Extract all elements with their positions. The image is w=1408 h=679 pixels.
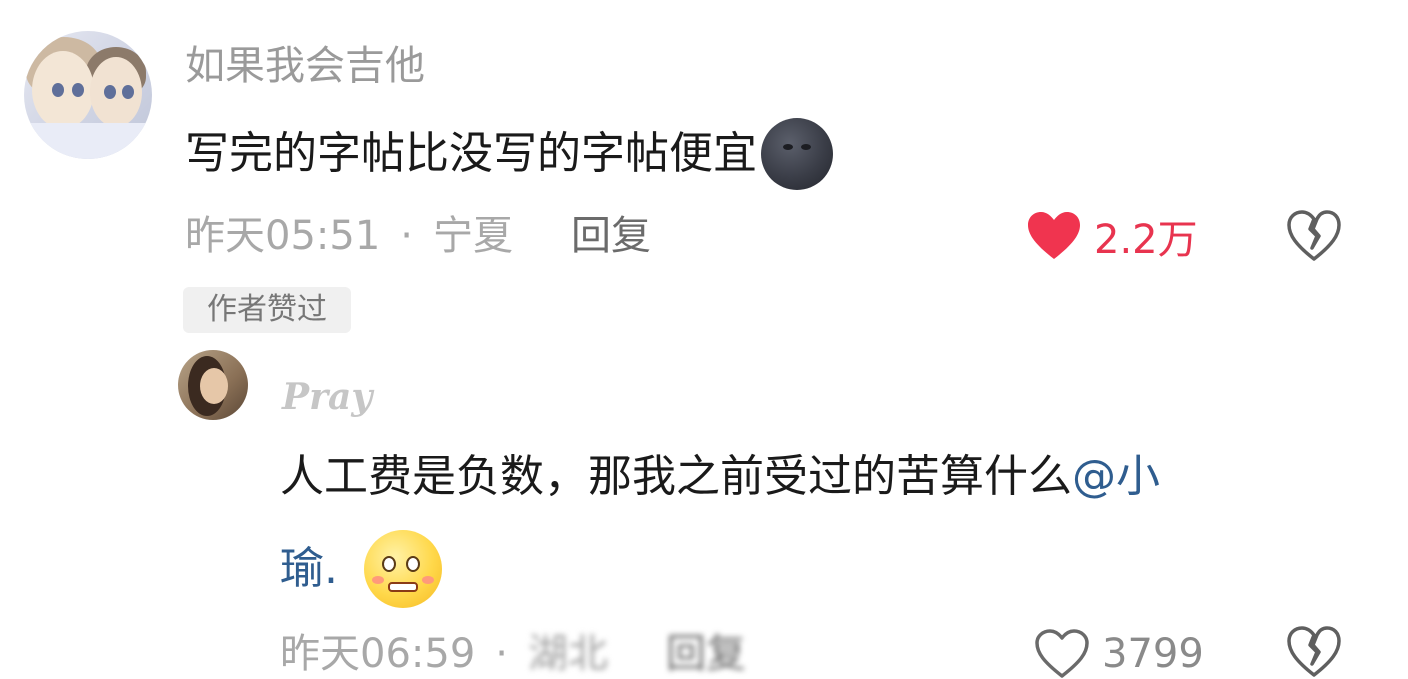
comment-meta: 昨天05:51 · 宁夏 回复 (185, 208, 651, 264)
comment-time: 昨天05:51 (185, 213, 381, 259)
reply-like-count: 3799 (1102, 631, 1204, 677)
reply-button[interactable]: 回复 (571, 208, 651, 264)
heart-outline-icon (1035, 629, 1089, 678)
mention-link-continued[interactable]: 瑜. (280, 536, 338, 602)
meta-separator: · (495, 631, 508, 677)
comment-thread: 如果我会吉他 写完的字帖比没写的字帖便宜 昨天05:51 · 宁夏 回复 2.2… (0, 0, 1408, 679)
comment-username[interactable]: 如果我会吉他 (185, 38, 425, 94)
meta-separator: · (400, 213, 413, 259)
broken-heart-icon[interactable] (1286, 210, 1342, 262)
reply-text-line1[interactable]: 人工费是负数，那我之前受过的苦算什么@小 (280, 446, 1160, 508)
reply-text-body: 人工费是负数，那我之前受过的苦算什么 (280, 451, 1072, 502)
reply-text-line2[interactable]: 瑜. (280, 530, 442, 608)
reply-reply-button[interactable]: 回复 (666, 626, 746, 679)
author-liked-badge: 作者赞过 (183, 287, 351, 333)
broken-heart-icon[interactable] (1286, 626, 1342, 678)
comment-text-body: 写完的字帖比没写的字帖便宜 (185, 128, 757, 179)
mention-link[interactable]: @小 (1072, 451, 1160, 502)
pleading-face-icon (364, 530, 442, 608)
reply-avatar[interactable] (178, 350, 248, 420)
reply-meta: 昨天06:59 · 湖北 回复 (280, 626, 746, 679)
like-button[interactable]: 2.2万 (1026, 208, 1198, 264)
comment-location: 宁夏 (433, 213, 513, 259)
avatar[interactable] (24, 31, 152, 159)
reply-like-button[interactable]: 3799 (1034, 626, 1204, 679)
new-moon-face-icon (761, 118, 833, 190)
reply-time: 昨天06:59 (280, 631, 476, 677)
comment-text[interactable]: 写完的字帖比没写的字帖便宜 (185, 118, 833, 190)
reply-location: 湖北 (528, 631, 608, 677)
heart-filled-icon (1028, 212, 1080, 259)
reply-username[interactable]: Pray (282, 372, 372, 422)
like-count: 2.2万 (1094, 217, 1198, 263)
